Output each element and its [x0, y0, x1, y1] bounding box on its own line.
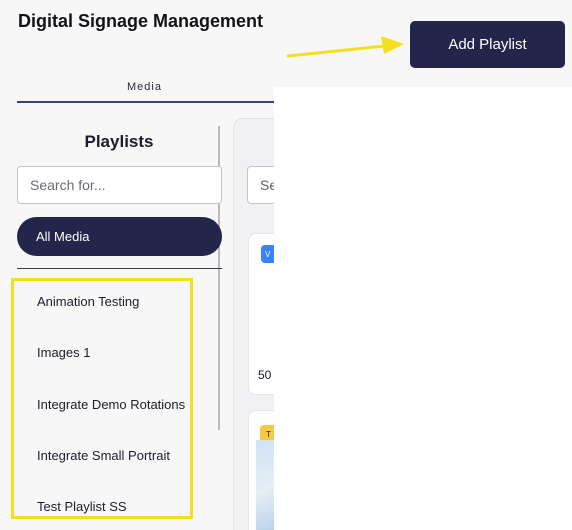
tab-media[interactable]: Media	[17, 70, 272, 103]
app-title: Digital Signage Management	[18, 11, 264, 31]
all-media-button[interactable]: All Media	[17, 217, 222, 256]
page: Digital Signage Management Add Playlist …	[0, 0, 572, 530]
divider	[17, 268, 222, 269]
media-thumbnail	[256, 440, 276, 530]
tab-bar: Media	[17, 70, 277, 104]
arrow-right-icon	[286, 36, 404, 58]
highlight-box	[11, 278, 193, 519]
playlists-heading: Playlists	[84, 132, 154, 151]
tab-active-indicator	[17, 101, 277, 103]
playlist-search-input[interactable]	[17, 166, 222, 204]
blank-overlay-panel	[274, 87, 572, 530]
media-card-count: 50	[258, 368, 272, 382]
add-playlist-button[interactable]: Add Playlist	[410, 21, 565, 68]
